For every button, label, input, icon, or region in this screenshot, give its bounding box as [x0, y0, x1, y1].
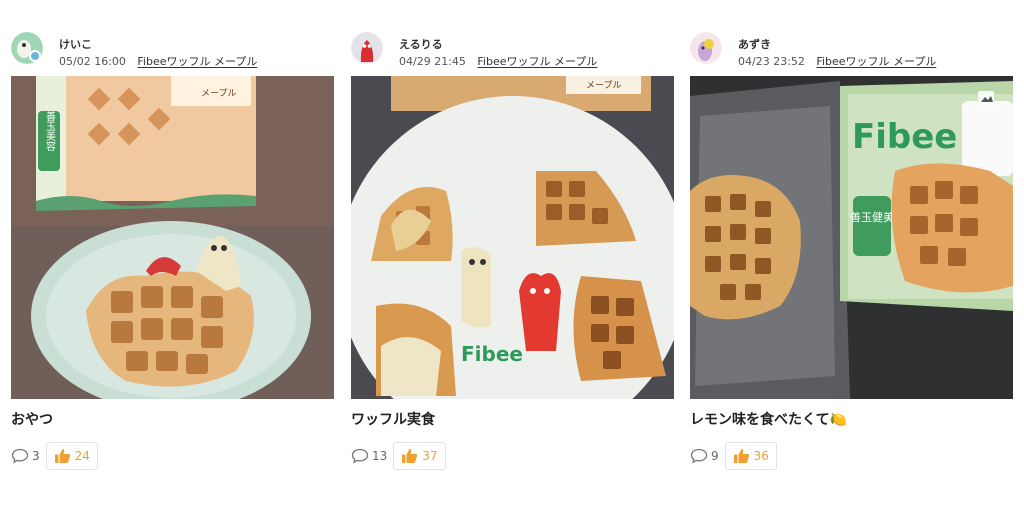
post-actions: 13 37 — [351, 442, 446, 470]
post-header: えるりる 04/29 21:45 Fibeeワッフル メープル — [351, 32, 674, 76]
like-count: 37 — [422, 449, 438, 463]
post-header: けいこ 05/02 16:00 Fibeeワッフル メープル — [11, 32, 334, 76]
post-title[interactable]: ワッフル実食 — [351, 409, 435, 429]
comment-icon — [11, 448, 29, 464]
thumbs-up-icon — [402, 449, 418, 463]
comment-icon — [690, 448, 708, 464]
like-button[interactable]: 37 — [393, 442, 446, 470]
post-actions: 9 36 — [690, 442, 777, 470]
package-badge: 善玉美容 — [44, 110, 56, 152]
comment-count-value: 9 — [711, 449, 719, 463]
like-count: 36 — [753, 449, 769, 463]
avatar[interactable] — [690, 32, 722, 64]
post-meta: 05/02 16:00 Fibeeワッフル メープル — [59, 53, 257, 69]
post-title[interactable]: レモン味を食べたくて🍋 — [690, 409, 847, 429]
package-badge: 善玉健美 — [850, 210, 894, 224]
comment-count[interactable]: 3 — [11, 448, 40, 464]
thumbs-up-icon — [733, 449, 749, 463]
post-actions: 3 24 — [11, 442, 98, 470]
product-link[interactable]: Fibeeワッフル メープル — [477, 55, 597, 68]
post-date: 04/23 23:52 — [738, 55, 805, 68]
thumbs-up-icon — [54, 449, 70, 463]
post-photo[interactable]: Fibee 善玉健美 — [690, 76, 1013, 399]
comment-count-value: 3 — [32, 449, 40, 463]
product-link[interactable]: Fibeeワッフル メープル — [816, 55, 936, 68]
avatar[interactable] — [351, 32, 383, 64]
username[interactable]: あずき — [738, 36, 771, 52]
post-card[interactable]: けいこ 05/02 16:00 Fibeeワッフル メープル メープル 善玉美容 — [11, 32, 334, 470]
post-header: あずき 04/23 23:52 Fibeeワッフル メープル — [690, 32, 1013, 76]
post-photo[interactable]: メープル Fibee — [351, 76, 674, 399]
post-meta: 04/23 23:52 Fibeeワッフル メープル — [738, 53, 936, 69]
username[interactable]: けいこ — [59, 36, 92, 52]
username[interactable]: えるりる — [399, 36, 443, 52]
comment-count-value: 13 — [372, 449, 388, 463]
post-meta: 04/29 21:45 Fibeeワッフル メープル — [399, 53, 597, 69]
like-button[interactable]: 36 — [724, 442, 777, 470]
comment-icon — [351, 448, 369, 464]
post-card[interactable]: えるりる 04/29 21:45 Fibeeワッフル メープル メープル Fib… — [351, 32, 674, 470]
post-card[interactable]: あずき 04/23 23:52 Fibeeワッフル メープル Fibee 善玉健… — [690, 32, 1013, 470]
comment-count[interactable]: 9 — [690, 448, 719, 464]
avatar[interactable] — [11, 32, 43, 64]
post-title[interactable]: おやつ — [11, 409, 53, 429]
package-label: メープル — [201, 88, 236, 99]
post-date: 04/29 21:45 — [399, 55, 466, 68]
comment-count[interactable]: 13 — [351, 448, 387, 464]
like-button[interactable]: 24 — [45, 442, 98, 470]
product-link[interactable]: Fibeeワッフル メープル — [137, 55, 257, 68]
package-brand: Fibee — [852, 117, 957, 157]
plate-brand: Fibee — [461, 342, 523, 366]
post-photo[interactable]: メープル 善玉美容 — [11, 76, 334, 399]
like-count: 24 — [74, 449, 90, 463]
post-date: 05/02 16:00 — [59, 55, 126, 68]
package-label: メープル — [586, 80, 621, 91]
